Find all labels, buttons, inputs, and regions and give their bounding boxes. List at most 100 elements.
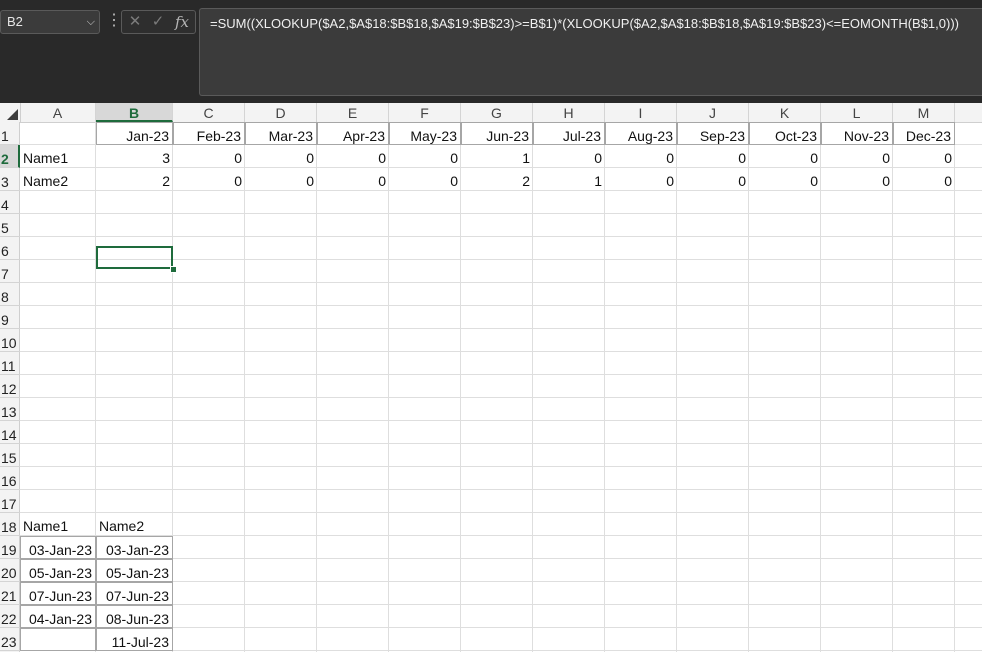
row-header-13[interactable]: 13 bbox=[0, 398, 20, 421]
row-header-16[interactable]: 16 bbox=[0, 467, 20, 490]
count-cell[interactable]: 0 bbox=[893, 168, 955, 191]
count-cell[interactable]: 0 bbox=[605, 145, 677, 168]
row-header-22[interactable]: 22 bbox=[0, 605, 20, 628]
row-header-5[interactable]: 5 bbox=[0, 214, 20, 237]
count-cell[interactable]: 2 bbox=[96, 168, 173, 191]
name-cell[interactable]: Name1 bbox=[20, 145, 96, 168]
count-cell[interactable]: 0 bbox=[677, 145, 749, 168]
row-header-23[interactable]: 23 bbox=[0, 628, 20, 651]
count-cell[interactable]: 0 bbox=[245, 168, 317, 191]
column-header-j[interactable]: J bbox=[677, 103, 749, 122]
count-cell[interactable]: 0 bbox=[821, 145, 893, 168]
date-cell[interactable]: 07-Jun-23 bbox=[20, 582, 96, 605]
month-header-cell[interactable]: Apr-23 bbox=[317, 122, 389, 145]
date-cell[interactable]: 04-Jan-23 bbox=[20, 605, 96, 628]
date-cell[interactable] bbox=[20, 628, 96, 651]
column-header-i[interactable]: I bbox=[605, 103, 677, 122]
row-header-7[interactable]: 7 bbox=[0, 260, 20, 283]
column-header-l[interactable]: L bbox=[821, 103, 893, 122]
month-header-cell[interactable]: Nov-23 bbox=[821, 122, 893, 145]
month-header-cell[interactable]: Feb-23 bbox=[173, 122, 245, 145]
worksheet-grid[interactable]: ABCDEFGHIJKLM 1 2 3 4 5 6 7 8 9 10 11 12 13 14 15 16 17 1… bbox=[0, 103, 982, 652]
row-header-9[interactable]: 9 bbox=[0, 306, 20, 329]
count-cell[interactable]: 3 bbox=[96, 145, 173, 168]
count-cell[interactable]: 0 bbox=[605, 168, 677, 191]
column-header-g[interactable]: G bbox=[461, 103, 533, 122]
month-header-cell[interactable]: Mar-23 bbox=[245, 122, 317, 145]
date-cell[interactable]: 03-Jan-23 bbox=[20, 536, 96, 559]
count-cell[interactable]: 0 bbox=[821, 168, 893, 191]
date-cell[interactable]: 07-Jun-23 bbox=[96, 582, 173, 605]
count-cell[interactable]: 0 bbox=[317, 168, 389, 191]
count-cell[interactable]: 0 bbox=[893, 145, 955, 168]
column-header-e[interactable]: E bbox=[317, 103, 389, 122]
month-header-cell[interactable]: Jan-23 bbox=[96, 122, 173, 145]
count-cell[interactable]: 0 bbox=[677, 168, 749, 191]
row-header-19[interactable]: 19 bbox=[0, 536, 20, 559]
month-header-cell[interactable]: Aug-23 bbox=[605, 122, 677, 145]
date-cell[interactable]: 11-Jul-23 bbox=[96, 628, 173, 651]
row-header-4[interactable]: 4 bbox=[0, 191, 20, 214]
count-cell[interactable]: 0 bbox=[317, 145, 389, 168]
count-cell[interactable]: 0 bbox=[749, 168, 821, 191]
row-header-15[interactable]: 15 bbox=[0, 444, 20, 467]
row-header-10[interactable]: 10 bbox=[0, 329, 20, 352]
month-header-cell[interactable]: Sep-23 bbox=[677, 122, 749, 145]
gridline-horizontal bbox=[20, 397, 982, 398]
count-cell[interactable]: 0 bbox=[389, 145, 461, 168]
date-cell[interactable]: 05-Jan-23 bbox=[20, 559, 96, 582]
month-header-cell[interactable]: Oct-23 bbox=[749, 122, 821, 145]
fill-handle[interactable] bbox=[170, 266, 177, 273]
count-cell[interactable]: 0 bbox=[749, 145, 821, 168]
date-cell[interactable]: 03-Jan-23 bbox=[96, 536, 173, 559]
column-header-a[interactable]: A bbox=[20, 103, 96, 122]
row-header-8[interactable]: 8 bbox=[0, 283, 20, 306]
select-all-button[interactable] bbox=[0, 103, 21, 122]
row-header-11[interactable]: 11 bbox=[0, 352, 20, 375]
column-header-h[interactable]: H bbox=[533, 103, 605, 122]
column-header-b[interactable]: B bbox=[96, 103, 173, 122]
count-cell[interactable]: 1 bbox=[533, 168, 605, 191]
column-header-c[interactable]: C bbox=[173, 103, 245, 122]
formula-input[interactable]: =SUM((XLOOKUP($A2,$A$18:$B$18,$A$19:$B$2… bbox=[199, 8, 982, 96]
count-cell[interactable]: 0 bbox=[173, 168, 245, 191]
row-header-21[interactable]: 21 bbox=[0, 582, 20, 605]
month-header-cell[interactable]: May-23 bbox=[389, 122, 461, 145]
date-cell[interactable]: 08-Jun-23 bbox=[96, 605, 173, 628]
name-cell[interactable]: Name2 bbox=[20, 168, 96, 191]
insert-function-icon[interactable]: fx bbox=[171, 11, 193, 33]
more-options-icon[interactable]: ⋮ bbox=[106, 10, 122, 34]
name-box[interactable]: B2 ⌵ bbox=[0, 10, 100, 34]
row-header-18[interactable]: 18 bbox=[0, 513, 20, 536]
month-header-cell[interactable]: Jun-23 bbox=[461, 122, 533, 145]
count-cell[interactable]: 0 bbox=[245, 145, 317, 168]
row-header-20[interactable]: 20 bbox=[0, 559, 20, 582]
chevron-down-icon[interactable]: ⌵ bbox=[87, 11, 95, 33]
row-header-6[interactable]: 6 bbox=[0, 237, 20, 260]
row-header-17[interactable]: 17 bbox=[0, 490, 20, 513]
date-cell[interactable]: 05-Jan-23 bbox=[96, 559, 173, 582]
count-cell[interactable]: 2 bbox=[461, 168, 533, 191]
gridline-vertical bbox=[316, 122, 317, 652]
row-header-14[interactable]: 14 bbox=[0, 421, 20, 444]
count-cell[interactable]: 1 bbox=[461, 145, 533, 168]
row-header-2[interactable]: 2 bbox=[0, 145, 20, 168]
count-cell[interactable]: 0 bbox=[389, 168, 461, 191]
column-header-f[interactable]: F bbox=[389, 103, 461, 122]
column-header-m[interactable]: M bbox=[893, 103, 955, 122]
cancel-icon[interactable]: ✕ bbox=[124, 11, 146, 33]
column-header-d[interactable]: D bbox=[245, 103, 317, 122]
lookup-header-cell[interactable]: Name1 bbox=[20, 513, 96, 536]
row-header-12[interactable]: 12 bbox=[0, 375, 20, 398]
row-header-1[interactable]: 1 bbox=[0, 122, 20, 145]
count-cell[interactable]: 0 bbox=[173, 145, 245, 168]
column-header-k[interactable]: K bbox=[749, 103, 821, 122]
cell-area[interactable]: Jan-23 Feb-23 Mar-23 Apr-23 May-23 Jun-23 Jul-… bbox=[20, 122, 982, 652]
month-header-cell[interactable]: Jul-23 bbox=[533, 122, 605, 145]
gridline-vertical bbox=[460, 122, 461, 652]
enter-icon[interactable]: ✓ bbox=[147, 11, 169, 33]
lookup-header-cell[interactable]: Name2 bbox=[96, 513, 173, 536]
count-cell[interactable]: 0 bbox=[533, 145, 605, 168]
row-header-3[interactable]: 3 bbox=[0, 168, 20, 191]
month-header-cell[interactable]: Dec-23 bbox=[893, 122, 955, 145]
